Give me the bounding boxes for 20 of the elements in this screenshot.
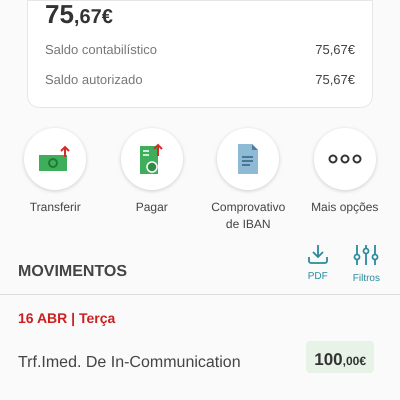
action-button[interactable]: Transferir <box>7 128 104 233</box>
balance-amount: 75,67€ <box>45 1 114 27</box>
tool-button[interactable]: PDF <box>306 243 329 286</box>
action-button[interactable]: Pagar <box>104 128 200 233</box>
filter-icon <box>353 243 380 267</box>
balance-value: 75,67€ <box>315 41 355 60</box>
tool-button[interactable]: Filtros <box>352 243 380 286</box>
date-header: 16 ABR | Terça <box>17 309 116 328</box>
download-icon <box>306 243 329 265</box>
transaction-description: Trf.Imed. De In-Communication <box>18 353 241 373</box>
more-icon <box>328 154 362 164</box>
balance-value: 75,67€ <box>315 71 355 90</box>
money-arrow-icon <box>38 145 72 173</box>
transaction-amount: 100,00€ <box>306 341 374 373</box>
action-button[interactable]: Mais opções <box>296 128 393 233</box>
action-button[interactable]: Comprovativo de IBAN <box>200 128 296 233</box>
balance-label: Saldo contabilístico <box>45 41 158 60</box>
balance-label: Saldo autorizado <box>45 71 143 90</box>
document-icon <box>236 143 260 175</box>
section-title: MOVIMENTOS <box>18 262 128 282</box>
